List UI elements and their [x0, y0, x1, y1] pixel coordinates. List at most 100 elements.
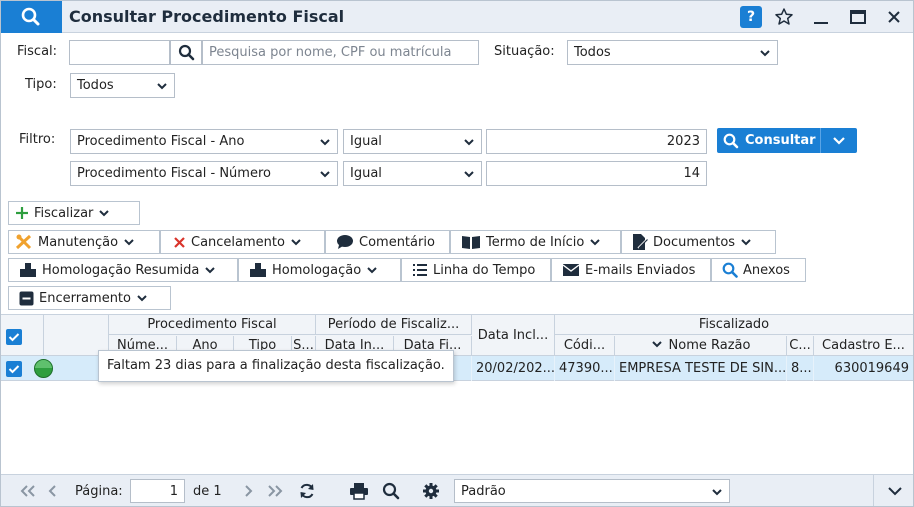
book-open-icon: [462, 236, 480, 249]
fiscal-search-input[interactable]: Pesquisa por nome, CPF ou matrícula: [202, 40, 479, 65]
termo-inicio-button[interactable]: Termo de Início: [450, 230, 621, 254]
comentario-button[interactable]: Comentário: [325, 230, 450, 254]
consultar-button[interactable]: Consultar: [717, 128, 857, 153]
row-cadastro: 630019649: [834, 361, 909, 376]
fiscal-search-button[interactable]: [170, 40, 202, 65]
anexos-button[interactable]: Anexos: [711, 258, 806, 282]
emails-label: E-mails Enviados: [585, 262, 696, 278]
filter-field-select-2[interactable]: Procedimento Fiscal - Número: [70, 161, 338, 186]
chevron-down-icon: [741, 239, 751, 246]
previous-page-icon[interactable]: [46, 475, 58, 507]
filter-operator-value: Igual: [350, 134, 382, 149]
data-inclusao-column-header[interactable]: Data Incl...: [472, 315, 555, 356]
document-edit-icon: [633, 234, 648, 250]
x-icon: [174, 236, 185, 248]
documentos-label: Documentos: [653, 234, 736, 250]
layout-value: Padrão: [461, 484, 506, 499]
tipo-label: Tipo:: [25, 77, 57, 92]
search-icon: [1, 1, 62, 33]
search-icon: [178, 44, 195, 61]
procedimento-group-header: Procedimento Fiscal: [109, 315, 316, 335]
expand-footer-icon[interactable]: [887, 475, 903, 507]
search-icon: [722, 262, 738, 278]
consultar-main-button[interactable]: Consultar: [717, 128, 821, 153]
situacao-value: Todos: [574, 45, 611, 60]
cancelamento-label: Cancelamento: [191, 234, 285, 250]
chevron-down-icon: [291, 239, 301, 246]
encerramento-button[interactable]: Encerramento: [8, 286, 171, 310]
filter-value-input-1[interactable]: 2023: [486, 129, 707, 154]
row-nome-razao: EMPRESA TESTE DE SIN...: [615, 356, 787, 381]
comentario-label: Comentário: [359, 234, 435, 250]
fiscalizar-button[interactable]: Fiscalizar: [8, 201, 140, 225]
fiscal-code-input[interactable]: [69, 40, 170, 65]
row-codigo: 47390...: [555, 356, 615, 381]
search-icon[interactable]: [382, 475, 400, 507]
row-data-inclusao: 20/02/202...: [472, 356, 555, 381]
close-icon[interactable]: [882, 5, 906, 29]
filter-field-select-1[interactable]: Procedimento Fiscal - Ano: [70, 129, 338, 154]
filter-field-value: Procedimento Fiscal - Ano: [77, 134, 245, 149]
window-title: Consultar Procedimento Fiscal: [69, 7, 345, 26]
termo-inicio-label: Termo de Início: [486, 234, 585, 250]
chevron-down-icon: [205, 267, 216, 274]
check-icon: [8, 365, 20, 374]
situacao-select[interactable]: Todos: [567, 40, 778, 65]
homologation-icon: [250, 263, 266, 277]
page-number-input[interactable]: 1: [130, 479, 185, 503]
cadastro-column-header[interactable]: Cadastro E...: [814, 336, 913, 356]
chevron-down-icon: [124, 239, 134, 246]
documentos-button[interactable]: Documentos: [621, 230, 776, 254]
layout-select[interactable]: Padrão: [454, 479, 730, 503]
next-page-icon[interactable]: [243, 475, 255, 507]
cancelamento-button[interactable]: Cancelamento: [160, 230, 325, 254]
refresh-icon[interactable]: [298, 475, 316, 507]
anexos-label: Anexos: [743, 262, 790, 278]
nome-razao-column-header[interactable]: Nome Razão: [615, 336, 787, 356]
chevron-down-icon: [320, 139, 330, 146]
homologacao-resumida-label: Homologação Resumida: [42, 262, 200, 278]
consultar-procedimento-window: Consultar Procedimento Fiscal ? Fiscal: …: [0, 0, 914, 507]
fiscalizar-label: Fiscalizar: [34, 205, 94, 221]
list-icon: [413, 264, 427, 276]
row-checkbox[interactable]: [6, 361, 22, 377]
chevron-down-icon: [137, 295, 147, 302]
minus-square-icon: [19, 291, 34, 305]
filter-operator-select-2[interactable]: Igual: [343, 161, 482, 186]
chevron-down-icon: [99, 210, 110, 217]
help-button[interactable]: ?: [740, 6, 762, 28]
homologacao-button[interactable]: Homologação: [238, 258, 401, 282]
pagination-bar: Página: 1 de 1 Padrão: [1, 474, 913, 506]
chevron-down-icon: [712, 489, 722, 496]
codigo-column-header[interactable]: Códi...: [555, 336, 615, 356]
emails-enviados-button[interactable]: E-mails Enviados: [551, 258, 711, 282]
plus-icon: [16, 207, 28, 219]
star-icon[interactable]: [772, 5, 796, 29]
row-c: 8...: [787, 356, 814, 381]
filter-value-input-2[interactable]: 14: [486, 161, 707, 186]
minimize-icon[interactable]: [809, 5, 833, 29]
periodo-group-header: Período de Fiscaliz...: [316, 315, 472, 335]
last-page-icon[interactable]: [266, 475, 284, 507]
tipo-value: Todos: [77, 78, 114, 93]
comment-icon: [337, 235, 353, 249]
sort-down-icon: [651, 341, 662, 348]
gear-icon[interactable]: [422, 475, 440, 507]
print-icon[interactable]: [349, 475, 369, 507]
consultar-dropdown-button[interactable]: [821, 136, 857, 146]
homologacao-resumida-button[interactable]: Homologação Resumida: [8, 258, 238, 282]
filter-operator-select-1[interactable]: Igual: [343, 129, 482, 154]
chevron-down-icon: [464, 171, 474, 178]
first-page-icon[interactable]: [19, 475, 37, 507]
maximize-icon[interactable]: [846, 5, 870, 29]
chevron-down-icon: [320, 171, 330, 178]
linha-tempo-button[interactable]: Linha do Tempo: [401, 258, 551, 282]
footer-divider: [873, 475, 874, 506]
status-tooltip: Faltam 23 dias para a finalização desta …: [98, 350, 454, 382]
manutencao-button[interactable]: Manutenção: [8, 230, 160, 254]
c-column-header[interactable]: C...: [787, 336, 814, 356]
search-icon: [723, 133, 739, 148]
nome-razao-header-label: Nome Razão: [668, 338, 751, 353]
chevron-down-icon: [367, 267, 377, 274]
tipo-select[interactable]: Todos: [70, 73, 175, 98]
